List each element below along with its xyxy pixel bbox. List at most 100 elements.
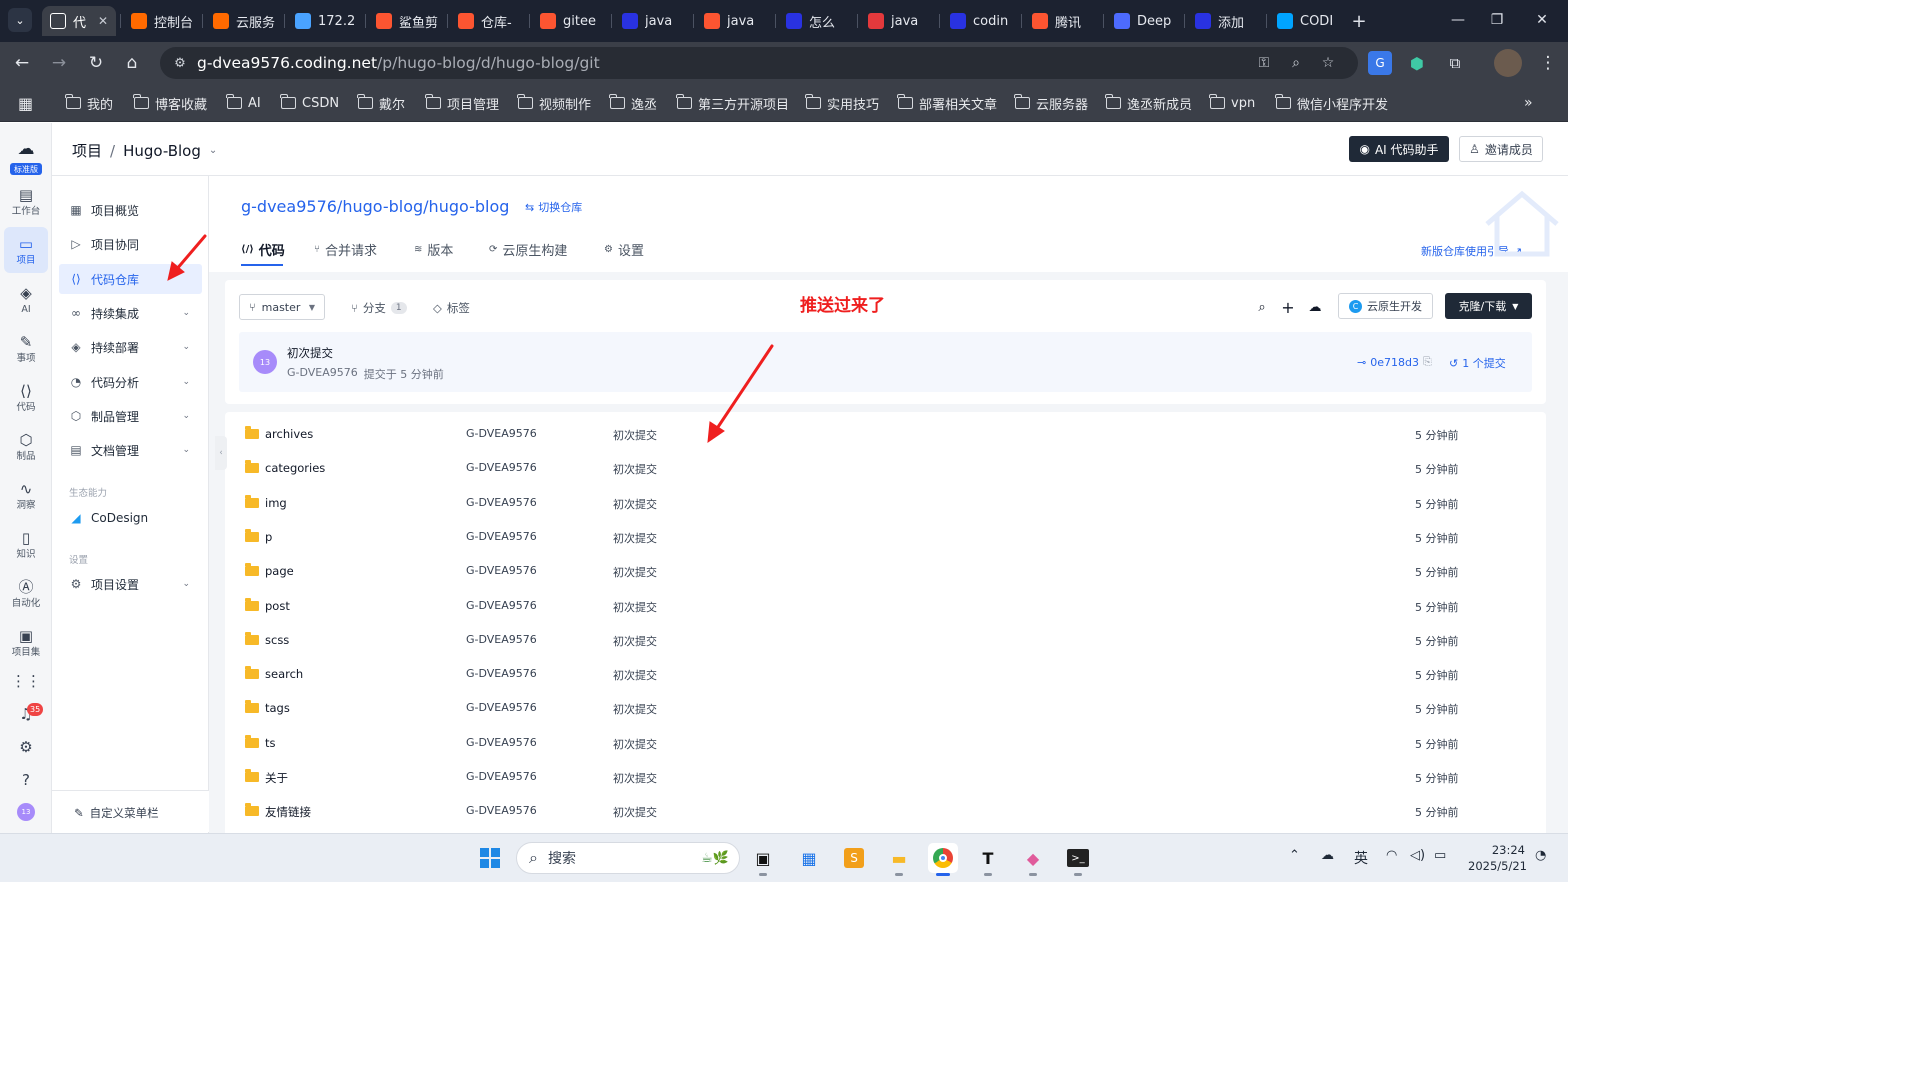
repo-tab[interactable]: ⟳ 云原生构建 <box>489 240 567 259</box>
sidebar-item[interactable]: ◔ 代码分析 ⌄ <box>59 367 202 397</box>
browser-tab[interactable]: 腾讯 <box>1024 6 1102 36</box>
file-name[interactable]: categories <box>265 461 325 475</box>
file-row[interactable]: search G-DVEA9576 初次提交 5 分钟前 <box>225 657 1546 691</box>
tab-search-icon[interactable]: ⌄ <box>8 8 32 32</box>
bookmark-folder[interactable]: 博客收藏 <box>133 94 207 113</box>
cloud-native-dev-button[interactable]: C 云原生开发 <box>1338 293 1433 319</box>
sidebar-item[interactable]: ▤ 文档管理 ⌄ <box>59 435 202 465</box>
sidebar-item[interactable]: ⬡ 制品管理 ⌄ <box>59 401 202 431</box>
commit-count-link[interactable]: ↺ 1 个提交 <box>1449 355 1506 371</box>
bookmark-folder[interactable]: vpn <box>1209 94 1255 112</box>
browser-tab[interactable]: java <box>696 6 774 36</box>
notification-center-icon[interactable]: ◔ <box>1535 848 1546 863</box>
sidebar-collapse-handle[interactable]: ‹ <box>215 436 227 470</box>
file-row[interactable]: tags G-DVEA9576 初次提交 5 分钟前 <box>225 691 1546 725</box>
rail-item[interactable]: ∿ 洞察 <box>4 472 48 518</box>
file-name[interactable]: img <box>265 496 287 510</box>
file-name[interactable]: post <box>265 599 290 613</box>
site-info-icon[interactable]: ⚙ <box>170 53 190 73</box>
browser-tab[interactable]: java <box>614 6 692 36</box>
branches-link[interactable]: ⑂ 分支 1 <box>351 300 407 316</box>
rail-item[interactable]: ◈ AI <box>4 276 48 322</box>
bookmark-folder[interactable]: 我的 <box>65 94 113 113</box>
chrome-icon[interactable] <box>928 843 958 876</box>
coding-logo-icon[interactable]: ☁ <box>14 139 38 159</box>
bookmark-star-icon[interactable]: ☆ <box>1318 53 1338 73</box>
add-file-icon[interactable]: + <box>1279 298 1297 317</box>
bookmark-folder[interactable]: 戴尔 <box>357 94 405 113</box>
password-key-icon[interactable]: ⚿ <box>1254 53 1274 73</box>
address-bar[interactable]: ⚙ g-dvea9576.coding.net/p/hugo-blog/d/hu… <box>160 47 1358 79</box>
bookmark-folder[interactable]: 第三方开源项目 <box>676 94 789 113</box>
file-name[interactable]: archives <box>265 427 313 441</box>
branch-select[interactable]: ⑂ master ▼ <box>239 294 325 320</box>
file-commit-message[interactable]: 初次提交 <box>613 701 657 717</box>
file-row[interactable]: categories G-DVEA9576 初次提交 5 分钟前 <box>225 451 1546 485</box>
tab-close-icon[interactable]: ✕ <box>98 14 108 28</box>
translate-extension-icon[interactable]: G <box>1368 51 1392 75</box>
taskbar-search[interactable]: ⌕ 搜索 ☕🌿 <box>516 842 740 874</box>
file-commit-message[interactable]: 初次提交 <box>613 736 657 752</box>
rail-item[interactable]: ▭ 项目 <box>4 227 48 273</box>
invite-member-button[interactable]: ♙ 邀请成员 <box>1459 136 1543 162</box>
minimize-icon[interactable]: — <box>1448 10 1468 30</box>
file-commit-message[interactable]: 初次提交 <box>613 804 657 820</box>
browser-tab[interactable]: 怎么 <box>778 6 856 36</box>
file-row[interactable]: archives G-DVEA9576 初次提交 5 分钟前 <box>225 417 1546 451</box>
wifi-icon[interactable]: ◠ <box>1386 848 1397 863</box>
browser-tab[interactable]: 添加 <box>1187 6 1265 36</box>
switch-repo-link[interactable]: ⇆ 切换仓库 <box>525 199 582 215</box>
sidebar-item[interactable]: ▷ 项目协同 <box>59 229 202 259</box>
file-name[interactable]: ts <box>265 736 276 750</box>
browser-menu-icon[interactable]: ⋮ <box>1536 51 1560 75</box>
profile-avatar[interactable] <box>1494 49 1522 77</box>
file-commit-message[interactable]: 初次提交 <box>613 530 657 546</box>
new-tab-button[interactable]: + <box>1348 10 1370 32</box>
repo-tab[interactable]: ⑂ 合并请求 <box>314 240 377 259</box>
browser-tab[interactable]: java <box>860 6 938 36</box>
onedrive-offline-icon[interactable]: ☁ <box>1321 848 1334 863</box>
upload-cloud-icon[interactable]: ☁ <box>1306 298 1324 316</box>
file-name[interactable]: p <box>265 530 272 544</box>
taskbar-clock[interactable]: 23:24 2025/5/21 <box>1468 842 1527 874</box>
rail-item[interactable]: ⟨⟩ 代码 <box>4 374 48 420</box>
browser-tab[interactable]: 鲨鱼剪 <box>368 6 446 36</box>
bookmark-folder[interactable]: CSDN <box>280 94 339 112</box>
extension-cube-icon[interactable]: ⬢ <box>1405 51 1429 75</box>
browser-tab[interactable]: 仓库- <box>450 6 528 36</box>
browser-tab[interactable]: 控制台 <box>123 6 201 36</box>
file-commit-message[interactable]: 初次提交 <box>613 496 657 512</box>
file-commit-message[interactable]: 初次提交 <box>613 599 657 615</box>
ime-indicator[interactable]: 英 <box>1354 848 1368 868</box>
rail-item[interactable]: ▯ 知识 <box>4 521 48 567</box>
bookmark-folder[interactable]: AI <box>226 94 261 112</box>
search-icon[interactable]: ⌕ <box>1253 298 1271 316</box>
file-row[interactable]: post G-DVEA9576 初次提交 5 分钟前 <box>225 589 1546 623</box>
battery-icon[interactable]: ▭ <box>1434 848 1446 863</box>
file-row[interactable]: page G-DVEA9576 初次提交 5 分钟前 <box>225 554 1546 588</box>
file-name[interactable]: tags <box>265 701 290 715</box>
terminal-icon[interactable]: >_ <box>1063 843 1093 876</box>
file-name[interactable]: page <box>265 564 294 578</box>
commit-hash-link[interactable]: ⊸ 0e718d3 ⎘ <box>1357 355 1432 369</box>
browser-tab[interactable]: 代 ✕ <box>42 6 116 36</box>
zoom-icon[interactable]: ⌕ <box>1286 53 1306 73</box>
file-name[interactable]: 友情链接 <box>265 804 311 820</box>
file-name[interactable]: scss <box>265 633 289 647</box>
tray-overflow-icon[interactable]: ⌃ <box>1289 848 1300 863</box>
home-icon[interactable]: ⌂ <box>120 51 144 75</box>
bookmark-folder[interactable]: 逸丞新成员 <box>1105 94 1192 113</box>
commit-message[interactable]: 初次提交 <box>287 345 333 361</box>
file-commit-message[interactable]: 初次提交 <box>613 564 657 580</box>
more-bookmarks-icon[interactable]: » <box>1524 94 1533 112</box>
window-close-icon[interactable]: ✕ <box>1532 10 1552 30</box>
file-name[interactable]: 关于 <box>265 770 288 786</box>
volume-icon[interactable]: ◁) <box>1410 848 1425 863</box>
file-row[interactable]: p G-DVEA9576 初次提交 5 分钟前 <box>225 520 1546 554</box>
typora-icon[interactable]: T <box>973 843 1003 876</box>
customize-menu-button[interactable]: ✎ 自定义菜单栏 <box>74 805 159 821</box>
breadcrumb-project[interactable]: Hugo-Blog <box>123 142 201 160</box>
bookmark-folder[interactable]: 部署相关文章 <box>897 94 997 113</box>
bookmark-folder[interactable]: 逸丞 <box>609 94 657 113</box>
tags-link[interactable]: ◇ 标签 <box>433 300 470 316</box>
